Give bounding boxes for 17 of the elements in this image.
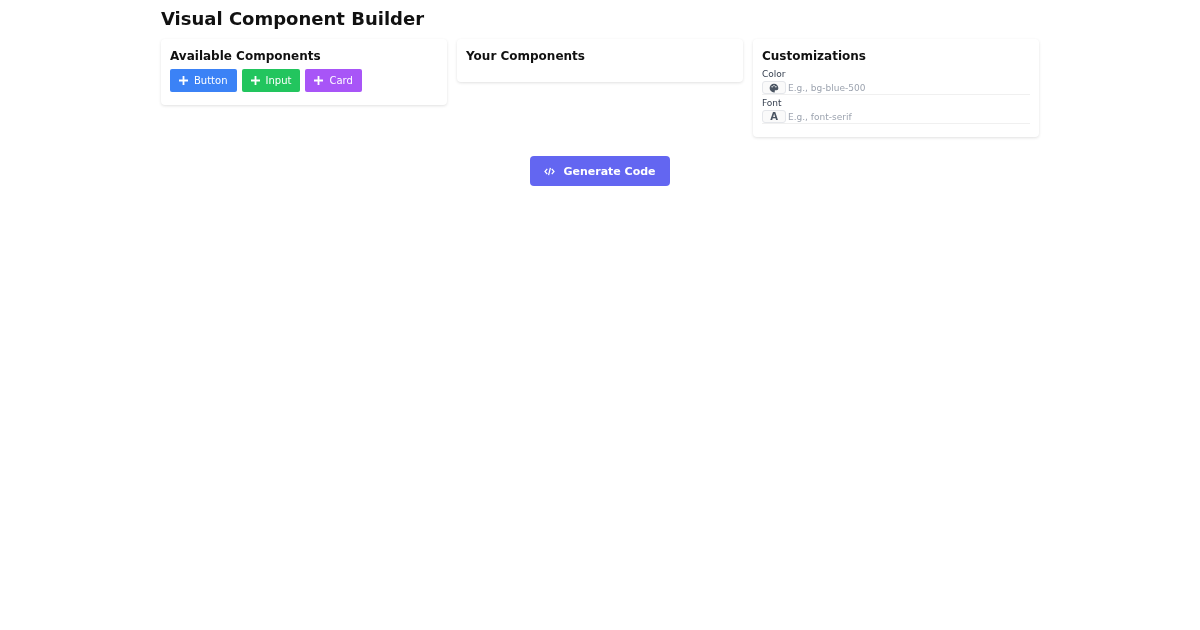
- font-icon: A: [770, 111, 778, 122]
- plus-icon: [314, 76, 324, 85]
- add-component-button[interactable]: Input: [241, 69, 301, 92]
- page-title: Visual Component Builder: [161, 8, 426, 29]
- code-icon: [544, 166, 556, 176]
- card-heading: Available Components: [170, 49, 322, 63]
- plus-icon: [179, 76, 188, 85]
- input-field[interactable]: E.g., font-serif: [786, 111, 1030, 122]
- add-component-button[interactable]: Card: [305, 69, 362, 92]
- plus-icon: [250, 76, 260, 85]
- field-label: Color: [762, 69, 787, 79]
- input-field[interactable]: E.g., bg-blue-500: [786, 82, 1030, 93]
- card-heading: Customizations: [762, 49, 867, 63]
- field-label: Font: [762, 98, 783, 108]
- generate-code-button[interactable]: Generate Code: [530, 156, 670, 186]
- add-component-button[interactable]: Button: [170, 69, 237, 92]
- card-heading: Your Components: [466, 49, 586, 63]
